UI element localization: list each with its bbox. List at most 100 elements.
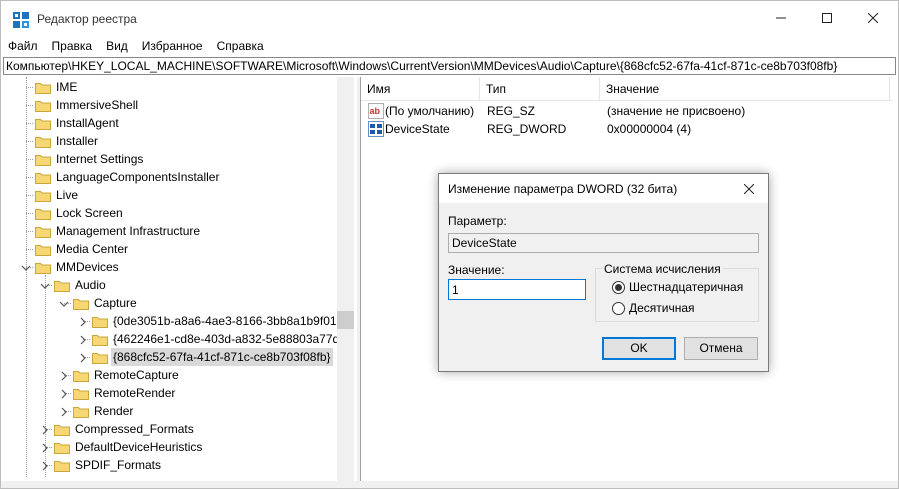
tree-item-label: Render <box>94 404 134 418</box>
tree-item[interactable]: {868cfc52-67fa-41cf-871c-ce8b703f08fb} <box>92 348 333 366</box>
menu-help[interactable]: Справка <box>210 37 271 55</box>
tree-guide-line <box>26 123 33 124</box>
status-strip <box>1 481 898 488</box>
tree-item[interactable]: {462246e1-cd8e-403d-a832-5e88803a77da} <box>92 330 352 348</box>
tree-item[interactable]: {0de3051b-a8a6-4ae3-8166-3bb8a1b9f017} <box>92 312 349 330</box>
tree-guide-line <box>26 231 33 232</box>
dialog-close-button[interactable] <box>738 178 760 200</box>
tree-item[interactable]: Lock Screen <box>35 204 125 222</box>
chevron-down-icon[interactable] <box>21 262 31 272</box>
folder-icon <box>35 99 51 112</box>
close-button[interactable] <box>850 1 896 35</box>
address-bar[interactable]: Компьютер\HKEY_LOCAL_MACHINE\SOFTWARE\Mi… <box>3 57 896 75</box>
chevron-right-icon[interactable] <box>59 388 69 399</box>
tree-item[interactable]: Capture <box>73 294 139 312</box>
tree-item-label: MMDevices <box>56 260 119 274</box>
minimize-button[interactable] <box>758 1 804 35</box>
radio-decimal[interactable]: Десятичная <box>612 301 695 315</box>
tree-item[interactable]: InstallAgent <box>35 114 121 132</box>
folder-icon <box>73 387 89 400</box>
tree-item[interactable]: LanguageComponentsInstaller <box>35 168 221 186</box>
list-item[interactable]: ab (По умолчанию) REG_SZ (значение не пр… <box>361 102 893 120</box>
value-type: REG_SZ <box>487 104 536 118</box>
tree-item-label: SPDIF_Formats <box>75 458 162 472</box>
value-type: REG_DWORD <box>487 122 567 136</box>
tree-item-label: Capture <box>94 296 137 310</box>
title-bar[interactable]: Редактор реестра <box>1 1 898 35</box>
tree-scrollbar-thumb[interactable] <box>337 311 354 329</box>
tree-item-label: DefaultDeviceHeuristics <box>75 440 203 454</box>
tree-item[interactable]: SPDIF_Formats <box>54 456 163 474</box>
tree-scrollbar[interactable] <box>337 77 354 481</box>
regedit-app-icon <box>13 12 29 28</box>
chevron-down-icon[interactable] <box>59 298 69 308</box>
tree-item[interactable]: IME <box>35 78 79 96</box>
folder-icon <box>35 225 51 238</box>
column-value-header[interactable]: Значение <box>600 77 890 101</box>
tree-guide-line <box>26 105 33 106</box>
tree-item[interactable]: Management Infrastructure <box>35 222 202 240</box>
folder-icon <box>35 207 51 220</box>
radio-unselected-icon <box>612 301 625 315</box>
folder-icon <box>54 279 70 292</box>
tree-item-label: {868cfc52-67fa-41cf-871c-ce8b703f08fb} <box>111 348 333 366</box>
tree-item[interactable]: Installer <box>35 132 100 150</box>
tree-guide-line <box>26 177 33 178</box>
folder-icon <box>92 351 108 364</box>
tree-guide-line <box>26 159 33 160</box>
tree-item-label: Live <box>56 188 79 202</box>
tree-item-label: Lock Screen <box>56 206 123 220</box>
radio-hexadecimal[interactable]: Шестнадцатеричная <box>612 280 743 294</box>
chevron-right-icon[interactable] <box>40 442 50 453</box>
column-name-header[interactable]: Имя <box>361 77 480 101</box>
window-title: Редактор реестра <box>37 12 137 26</box>
tree-item[interactable]: Render <box>73 402 135 420</box>
tree-item-label: ImmersiveShell <box>56 98 139 112</box>
maximize-button[interactable] <box>804 1 850 35</box>
chevron-right-icon[interactable] <box>40 460 50 471</box>
value-data: (значение не присвоено) <box>607 104 746 118</box>
tree-item-label: RemoteRender <box>94 386 176 400</box>
radio-selected-icon <box>612 280 625 294</box>
tree-item[interactable]: RemoteCapture <box>73 366 181 384</box>
param-label: Параметр: <box>448 214 507 228</box>
tree-item[interactable]: Internet Settings <box>35 150 145 168</box>
tree-item[interactable]: RemoteRender <box>73 384 177 402</box>
dialog-title-bar[interactable]: Изменение параметра DWORD (32 бита) <box>439 174 768 203</box>
chevron-right-icon[interactable] <box>59 370 69 381</box>
tree-item[interactable]: Media Center <box>35 240 130 258</box>
menu-file[interactable]: Файл <box>1 37 45 55</box>
folder-icon <box>35 117 51 130</box>
tree-item-label: Management Infrastructure <box>56 224 201 238</box>
tree-item[interactable]: Audio <box>54 276 108 294</box>
base-group-label: Система исчисления <box>602 262 723 276</box>
chevron-down-icon[interactable] <box>40 280 50 290</box>
chevron-right-icon[interactable] <box>78 352 88 363</box>
registry-tree[interactable]: IME ImmersiveShell InstallAgent Installer In… <box>3 77 355 481</box>
chevron-right-icon[interactable] <box>78 334 88 345</box>
chevron-right-icon[interactable] <box>78 316 88 327</box>
menu-favorites[interactable]: Избранное <box>135 37 210 55</box>
list-item[interactable]: DeviceState REG_DWORD 0x00000004 (4) <box>361 120 893 138</box>
cancel-button[interactable]: Отмена <box>684 337 758 360</box>
folder-icon <box>35 135 51 148</box>
ok-button[interactable]: OK <box>602 337 676 360</box>
tree-guide-line <box>26 141 33 142</box>
tree-item[interactable]: MMDevices <box>35 258 121 276</box>
folder-icon <box>54 441 70 454</box>
chevron-right-icon[interactable] <box>40 424 50 435</box>
chevron-right-icon[interactable] <box>59 406 69 417</box>
tree-item[interactable]: Live <box>35 186 80 204</box>
tree-item[interactable]: Compressed_Formats <box>54 420 196 438</box>
radio-hexadecimal-label: Шестнадцатеричная <box>629 280 744 294</box>
tree-item[interactable]: ImmersiveShell <box>35 96 140 114</box>
tree-item-label: {462246e1-cd8e-403d-a832-5e88803a77da} <box>113 332 350 346</box>
tree-item[interactable]: DefaultDeviceHeuristics <box>54 438 204 456</box>
close-icon <box>744 184 754 194</box>
value-input[interactable] <box>448 279 586 300</box>
menu-view[interactable]: Вид <box>99 37 135 55</box>
folder-icon <box>35 171 51 184</box>
folder-icon <box>54 423 70 436</box>
column-type-header[interactable]: Тип <box>480 77 600 101</box>
menu-edit[interactable]: Правка <box>45 37 100 55</box>
